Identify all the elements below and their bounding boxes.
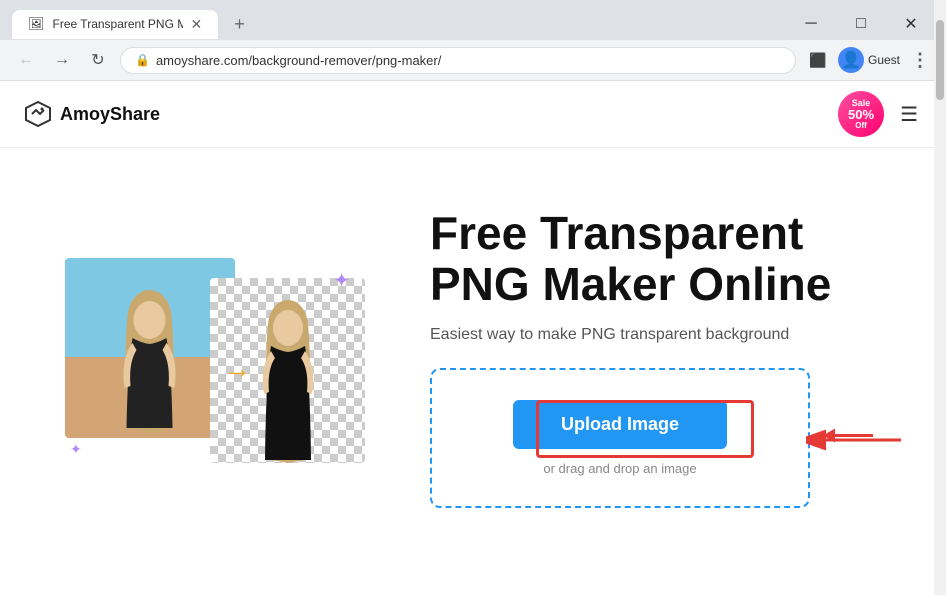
menu-button[interactable]: ☰ <box>896 98 922 131</box>
original-woman <box>113 288 188 438</box>
page-content: AmoyShare Sale 50% Off ☰ <box>0 81 946 596</box>
sparkle-icon-1: ✦ <box>333 268 350 293</box>
scrollbar-thumb[interactable] <box>936 20 944 100</box>
tab-title: Free Transparent PNG Maker - <box>53 17 183 31</box>
hero-image-area: → <box>40 248 390 468</box>
browser-title-bar: 🖼 Free Transparent PNG Maker - ✕ + ─ □ ✕ <box>0 0 946 40</box>
browser-chrome: 🖼 Free Transparent PNG Maker - ✕ + ─ □ ✕… <box>0 0 946 81</box>
hero-title: Free Transparent PNG Maker Online <box>430 208 906 309</box>
header-actions: Sale 50% Off ☰ <box>838 91 922 137</box>
profile-icon: 👤 <box>841 50 861 70</box>
profile-label: Guest <box>868 53 900 67</box>
address-text: amoyshare.com/background-remover/png-mak… <box>156 53 781 68</box>
red-arrow-svg <box>813 415 883 455</box>
hero-content: Free Transparent PNG Maker Online Easies… <box>390 208 906 507</box>
red-arrow-annotation <box>813 415 883 460</box>
transform-arrow-icon: → <box>223 353 251 385</box>
new-tab-button[interactable]: + <box>226 10 253 39</box>
minimize-button[interactable]: ─ <box>788 8 834 40</box>
logo-text: AmoyShare <box>60 104 160 125</box>
refresh-button[interactable]: ↻ <box>84 46 112 74</box>
site-logo: AmoyShare <box>24 100 160 128</box>
profile-avatar: 👤 <box>838 47 864 73</box>
tab-close-icon[interactable]: ✕ <box>191 16 203 33</box>
maximize-button[interactable]: □ <box>838 8 884 40</box>
image-demo: → <box>65 248 365 468</box>
profile-button[interactable]: 👤 Guest <box>838 47 900 73</box>
tab-favicon: 🖼 <box>28 16 45 32</box>
back-button[interactable]: ← <box>12 46 40 74</box>
hero-section: → <box>0 148 946 568</box>
browser-address-bar: ← → ↻ 🔒 amoyshare.com/background-remover… <box>0 40 946 80</box>
window-controls: ─ □ ✕ <box>788 8 934 40</box>
browser-actions: ⬛ 👤 Guest ⋮ <box>804 46 934 74</box>
browser-tab[interactable]: 🖼 Free Transparent PNG Maker - ✕ <box>12 10 218 39</box>
hero-subtitle: Easiest way to make PNG transparent back… <box>430 326 906 344</box>
scrollbar[interactable] <box>934 0 946 595</box>
cast-button[interactable]: ⬛ <box>804 46 832 74</box>
sparkle-icon-2: ✦ <box>70 441 82 458</box>
close-button[interactable]: ✕ <box>888 8 934 40</box>
site-header: AmoyShare Sale 50% Off ☰ <box>0 81 946 148</box>
forward-button[interactable]: → <box>48 46 76 74</box>
lock-icon: 🔒 <box>135 53 150 67</box>
upload-hint: or drag and drop an image <box>543 461 696 476</box>
sale-badge[interactable]: Sale 50% Off <box>838 91 884 137</box>
result-woman <box>253 298 323 463</box>
percent-label: 50% <box>848 108 874 121</box>
more-button[interactable]: ⋮ <box>906 46 934 74</box>
upload-area[interactable]: Upload Image or drag and drop an image <box>430 368 810 508</box>
logo-icon <box>24 100 52 128</box>
address-bar[interactable]: 🔒 amoyshare.com/background-remover/png-m… <box>120 47 796 74</box>
off-label: Off <box>855 121 867 130</box>
upload-image-button[interactable]: Upload Image <box>513 400 727 449</box>
